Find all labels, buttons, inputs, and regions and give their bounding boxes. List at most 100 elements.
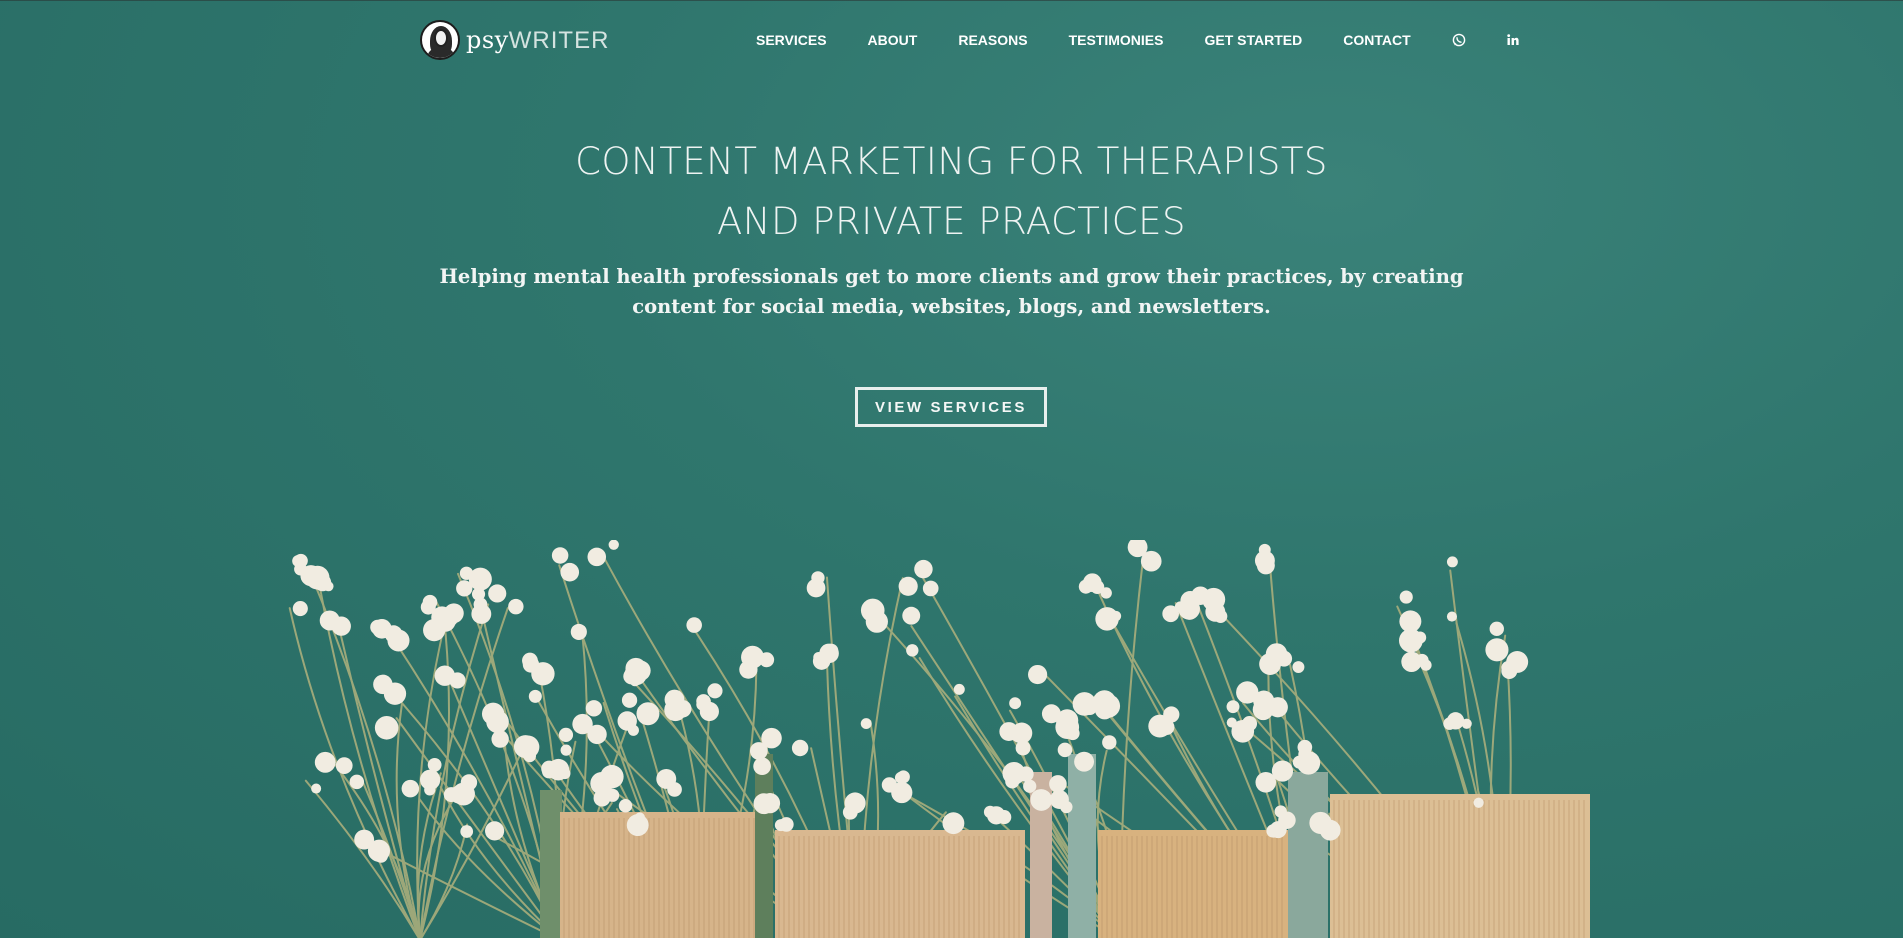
flower-blossom bbox=[1446, 712, 1465, 730]
flower-blossom bbox=[468, 567, 492, 591]
flower-blossom bbox=[559, 767, 571, 780]
flower-blossom bbox=[1489, 621, 1504, 637]
flower-blossom bbox=[914, 559, 933, 579]
book-spine bbox=[560, 812, 760, 938]
flower-blossom bbox=[618, 799, 633, 813]
flower-blossom bbox=[629, 676, 640, 687]
nav-item-contact[interactable]: CONTACT bbox=[1343, 32, 1410, 48]
flower-blossom bbox=[1399, 590, 1413, 604]
flower-blossom bbox=[305, 565, 330, 590]
flower-blossom bbox=[1473, 797, 1484, 808]
flower-blossom bbox=[667, 782, 682, 797]
flower-blossom bbox=[1163, 706, 1180, 723]
flower-blossom bbox=[319, 610, 340, 631]
flower-blossom bbox=[460, 825, 474, 838]
logo-text: psyWRITER bbox=[466, 26, 609, 55]
flower-blossom bbox=[1092, 690, 1116, 714]
nav-item-testimonies[interactable]: TESTIMONIES bbox=[1069, 32, 1164, 48]
flower-blossom bbox=[528, 689, 542, 703]
flower-blossom bbox=[1041, 704, 1061, 724]
flower-blossom bbox=[953, 683, 965, 695]
site-logo[interactable]: psyWRITER bbox=[420, 18, 609, 62]
flower-blossom bbox=[1259, 653, 1282, 675]
flower-blossom bbox=[1296, 751, 1321, 775]
flower-blossom bbox=[1074, 751, 1095, 772]
flower-blossom bbox=[401, 779, 420, 798]
hero-photo-flowers-books bbox=[288, 540, 1590, 938]
flower-blossom bbox=[491, 730, 509, 748]
flower-blossom bbox=[443, 787, 459, 803]
view-services-button[interactable]: VIEW SERVICES bbox=[855, 387, 1047, 427]
linkedin-icon[interactable] bbox=[1506, 33, 1520, 47]
whatsapp-icon[interactable] bbox=[1452, 33, 1466, 47]
flower-blossom bbox=[488, 584, 507, 603]
flower-blossom bbox=[761, 727, 782, 749]
book-spine bbox=[755, 754, 773, 938]
flower-blossom bbox=[860, 598, 885, 623]
book-spine bbox=[775, 830, 1025, 938]
flower-blossom bbox=[1011, 722, 1033, 744]
flower-blossom bbox=[424, 770, 437, 783]
flower-blossom bbox=[1002, 761, 1026, 785]
flower-blossom bbox=[311, 783, 322, 794]
flower-blossom bbox=[542, 764, 556, 779]
flower-blossom bbox=[1065, 726, 1080, 741]
hero-title-line1: CONTENT MARKETING FOR THERAPISTS bbox=[575, 140, 1328, 183]
flower-blossom bbox=[1254, 550, 1275, 571]
flower-blossom bbox=[560, 744, 572, 756]
flower-blossom bbox=[1274, 805, 1287, 818]
nav-item-get-started[interactable]: GET STARTED bbox=[1204, 32, 1302, 48]
flower-blossom bbox=[1253, 690, 1275, 712]
flower-blossom bbox=[942, 812, 965, 835]
flower-blossom bbox=[1015, 740, 1031, 756]
flower-blossom bbox=[686, 617, 702, 633]
flower-blossom bbox=[812, 652, 831, 670]
flower-blossom bbox=[431, 606, 453, 629]
flower-blossom bbox=[372, 618, 392, 639]
flower-blossom bbox=[906, 644, 919, 657]
flower-blossom bbox=[1485, 638, 1509, 662]
logo-avatar bbox=[420, 20, 460, 60]
flower-blossom bbox=[1292, 661, 1305, 674]
flower-blossom bbox=[1213, 609, 1228, 624]
flower-blossom bbox=[1415, 653, 1429, 667]
flower-blossom bbox=[292, 600, 308, 617]
flower-blossom bbox=[791, 739, 809, 757]
flower-blossom bbox=[434, 665, 455, 686]
flower-blossom bbox=[349, 774, 365, 790]
flower-blossom bbox=[1095, 607, 1119, 631]
flower-blossom bbox=[1506, 651, 1529, 673]
hero-section: psyWRITER SERVICES ABOUT REASONS TESTIMO… bbox=[0, 0, 1903, 938]
flower-blossom bbox=[367, 839, 391, 862]
flower-blossom bbox=[1030, 789, 1050, 808]
flower-blossom bbox=[1266, 824, 1280, 838]
book-spine bbox=[540, 790, 562, 938]
nav-item-reasons[interactable]: REASONS bbox=[958, 32, 1027, 48]
flower-blossom bbox=[987, 806, 1006, 825]
flower-blossom bbox=[570, 623, 587, 640]
flower-blossom bbox=[608, 540, 619, 550]
flower-blossom bbox=[621, 692, 638, 708]
flower-blossom bbox=[523, 749, 537, 763]
hero-title: CONTENT MARKETING FOR THERAPISTS AND PRI… bbox=[0, 132, 1903, 252]
flower-blossom bbox=[293, 553, 308, 568]
flower-blossom bbox=[860, 718, 872, 730]
flower-blossom bbox=[587, 724, 607, 745]
top-border bbox=[0, 0, 1903, 1]
flower-blossom bbox=[759, 793, 781, 814]
flower-blossom bbox=[779, 817, 794, 832]
nav-item-services[interactable]: SERVICES bbox=[756, 32, 827, 48]
main-nav: SERVICES ABOUT REASONS TESTIMONIES GET S… bbox=[756, 32, 1520, 48]
flower-blossom bbox=[617, 711, 637, 731]
flower-blossom bbox=[1049, 775, 1067, 793]
flower-blossom bbox=[626, 814, 649, 837]
flower-blossom bbox=[806, 578, 826, 598]
logo-psy: psy bbox=[466, 25, 509, 54]
flower-blossom bbox=[314, 751, 336, 773]
flower-blossom bbox=[753, 757, 771, 776]
flower-blossom bbox=[558, 727, 574, 742]
nav-item-about[interactable]: ABOUT bbox=[868, 32, 918, 48]
hero-title-line2: AND PRIVATE PRACTICES bbox=[716, 200, 1187, 243]
flower-blossom bbox=[531, 662, 555, 686]
flower-blossom bbox=[590, 772, 613, 795]
